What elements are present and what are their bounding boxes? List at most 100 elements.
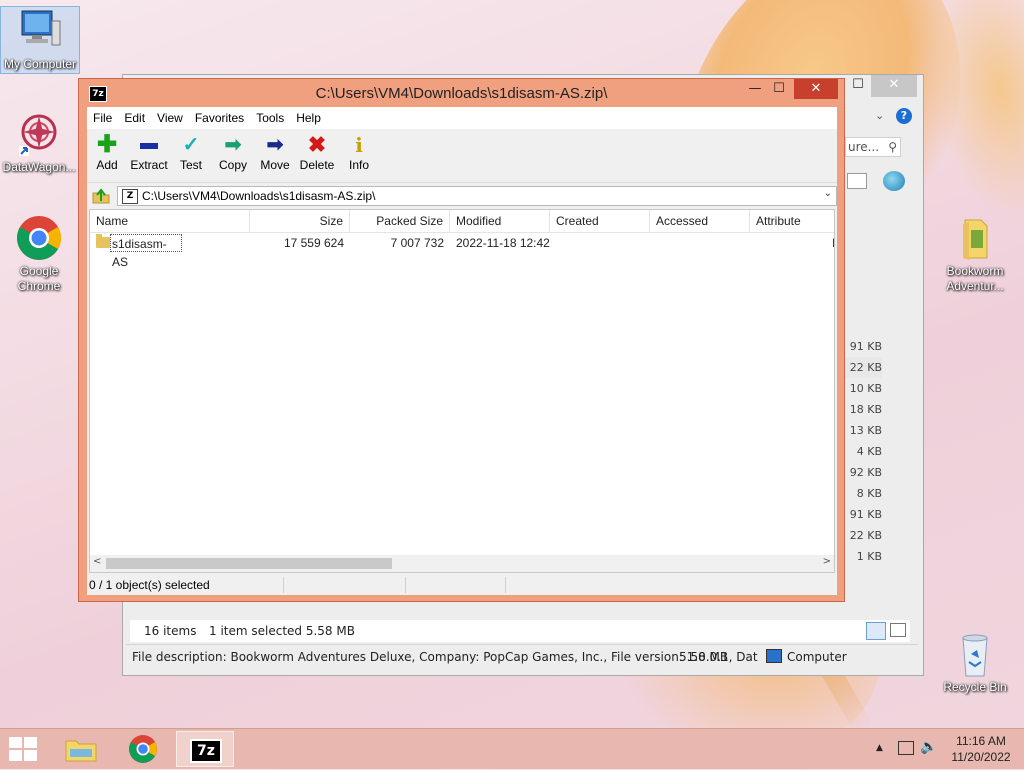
selection-info: 1 item selected 5.58 MB bbox=[209, 624, 355, 638]
7zip-icon: 7z bbox=[190, 739, 222, 763]
row-packed-size: 7 007 732 bbox=[390, 236, 444, 250]
column-packed-size[interactable]: Packed Size bbox=[350, 210, 450, 232]
column-attributes[interactable]: Attribute bbox=[750, 210, 834, 232]
taskbar-7zip[interactable]: 7z bbox=[176, 731, 234, 767]
minimize-button[interactable]: — bbox=[742, 79, 768, 99]
file-size: 91 KB bbox=[849, 340, 882, 353]
delete-label: Delete bbox=[299, 158, 335, 172]
move-label: Move bbox=[260, 158, 290, 172]
menu-help[interactable]: Help bbox=[290, 107, 327, 129]
menu-bar: File Edit View Favorites Tools Help bbox=[87, 107, 837, 129]
copy-button[interactable]: ➡ Copy bbox=[211, 134, 255, 172]
clock[interactable]: 11:16 AM 11/20/2022 bbox=[950, 733, 1012, 765]
desktop-icon-bookworm[interactable]: Bookworm Adventur... bbox=[936, 214, 1014, 294]
windows-start-icon[interactable] bbox=[8, 737, 38, 761]
table-row[interactable]: s1disasm-AS 17 559 624 7 007 732 2022-11… bbox=[90, 234, 834, 269]
view-icon[interactable] bbox=[847, 173, 867, 189]
chrome-icon bbox=[15, 214, 63, 262]
file-size: 91 KB bbox=[849, 508, 882, 521]
add-label: Add bbox=[96, 158, 118, 172]
maximize-button[interactable]: ☐ bbox=[766, 79, 792, 99]
column-created[interactable]: Created bbox=[550, 210, 650, 232]
details-view-icon[interactable] bbox=[866, 622, 886, 640]
scroll-thumb[interactable] bbox=[106, 558, 392, 569]
move-arrow-icon: ➡ bbox=[266, 134, 284, 156]
row-accessed bbox=[656, 234, 750, 252]
desktop-icon-google-chrome[interactable]: Google Chrome bbox=[0, 214, 78, 294]
computer-icon bbox=[16, 7, 64, 55]
desktop-icon-label: Recycle Bin bbox=[943, 680, 1007, 694]
horizontal-scrollbar[interactable]: < > bbox=[90, 555, 834, 572]
menu-edit[interactable]: Edit bbox=[118, 107, 151, 129]
folder-icon bbox=[96, 234, 110, 248]
chevron-down-icon[interactable]: ⌄ bbox=[875, 109, 884, 122]
file-list[interactable]: Name Size Packed Size Modified Created A… bbox=[89, 209, 835, 573]
minus-icon bbox=[127, 134, 171, 156]
move-button[interactable]: ➡ Move bbox=[253, 134, 297, 172]
close-button[interactable]: ✕ bbox=[871, 75, 917, 97]
file-size: 1 KB bbox=[856, 550, 882, 563]
7zip-window[interactable]: 7z C:\Users\VM4\Downloads\s1disasm-AS.zi… bbox=[78, 78, 845, 602]
file-size: 22 KB bbox=[849, 529, 882, 542]
row-created bbox=[556, 234, 650, 252]
toolbar: ✚ Add Extract ✓ Test ➡ Copy ➡ Move ✖ Del… bbox=[87, 130, 837, 183]
search-placeholder: ure... bbox=[848, 140, 880, 154]
file-size: 13 KB bbox=[849, 424, 882, 437]
item-count: 16 items bbox=[144, 624, 197, 638]
file-size-total: 5.58 MB bbox=[679, 650, 729, 664]
desktop-icon-datawagon[interactable]: DataWagon... bbox=[0, 110, 78, 175]
desktop-icon-recycle-bin[interactable]: Recycle Bin bbox=[936, 630, 1014, 695]
row-size: 17 559 624 bbox=[283, 236, 344, 250]
info-button[interactable]: i Info bbox=[337, 134, 381, 172]
path-text: C:\Users\VM4\Downloads\s1disasm-AS.zip\ bbox=[142, 189, 376, 203]
test-button[interactable]: ✓ Test bbox=[169, 134, 213, 172]
close-button[interactable]: ✕ bbox=[794, 79, 838, 99]
path-input[interactable]: Z C:\Users\VM4\Downloads\s1disasm-AS.zip… bbox=[117, 186, 837, 206]
menu-file[interactable]: File bbox=[87, 107, 118, 129]
delete-button[interactable]: ✖ Delete bbox=[295, 132, 339, 173]
scroll-left-icon[interactable]: < bbox=[93, 556, 101, 567]
datawagon-icon bbox=[15, 110, 63, 158]
7zip-client-area: File Edit View Favorites Tools Help ✚ Add Ext… bbox=[87, 107, 837, 595]
column-modified[interactable]: Modified bbox=[450, 210, 550, 232]
plus-icon: ✚ bbox=[96, 131, 118, 158]
desktop-icon-label: Bookworm Adventur... bbox=[946, 264, 1004, 293]
show-hidden-icons-icon[interactable]: ▲ bbox=[876, 743, 883, 753]
search-input[interactable]: ure... ⚲ bbox=[845, 137, 901, 157]
extract-button[interactable]: Extract bbox=[127, 134, 171, 172]
maximize-button[interactable]: ☐ bbox=[845, 75, 871, 97]
file-details: File description: Bookworm Adventures De… bbox=[132, 650, 758, 664]
menu-tools[interactable]: Tools bbox=[250, 107, 290, 129]
volume-icon[interactable]: 🔈 bbox=[920, 739, 937, 755]
menu-favorites[interactable]: Favorites bbox=[189, 107, 250, 129]
globe-icon[interactable] bbox=[883, 171, 905, 191]
folder-up-icon[interactable] bbox=[91, 186, 111, 206]
x-icon: ✖ bbox=[307, 132, 327, 157]
scroll-right-icon[interactable]: > bbox=[823, 556, 831, 567]
chrome-icon bbox=[129, 735, 157, 763]
status-divider bbox=[283, 577, 284, 593]
row-modified: 2022-11-18 12:42 bbox=[456, 236, 550, 250]
large-icons-view-icon[interactable] bbox=[890, 623, 906, 637]
column-name[interactable]: Name bbox=[90, 210, 250, 232]
file-size: 22 KB bbox=[842, 357, 882, 378]
menu-view[interactable]: View bbox=[151, 107, 189, 129]
help-icon[interactable]: ? bbox=[896, 108, 912, 124]
column-accessed[interactable]: Accessed bbox=[650, 210, 750, 232]
info-icon: i bbox=[355, 133, 363, 157]
search-icon: ⚲ bbox=[888, 140, 897, 154]
column-headers: Name Size Packed Size Modified Created A… bbox=[90, 210, 834, 233]
location-label: Computer bbox=[787, 650, 847, 664]
network-icon[interactable] bbox=[898, 741, 914, 755]
add-button[interactable]: ✚ Add bbox=[85, 131, 129, 173]
address-bar: Z C:\Users\VM4\Downloads\s1disasm-AS.zip… bbox=[87, 183, 837, 209]
file-size: 18 KB bbox=[849, 403, 882, 416]
taskbar-file-explorer[interactable] bbox=[52, 731, 110, 767]
chevron-down-icon[interactable]: ⌄ bbox=[824, 188, 832, 199]
column-size[interactable]: Size bbox=[250, 210, 350, 232]
copy-label: Copy bbox=[218, 158, 247, 172]
taskbar-chrome[interactable] bbox=[114, 731, 172, 767]
title-bar[interactable]: 7z C:\Users\VM4\Downloads\s1disasm-AS.zi… bbox=[79, 79, 844, 107]
zip-file-icon: Z bbox=[122, 189, 138, 204]
desktop-icon-my-computer[interactable]: My Computer bbox=[0, 6, 80, 74]
